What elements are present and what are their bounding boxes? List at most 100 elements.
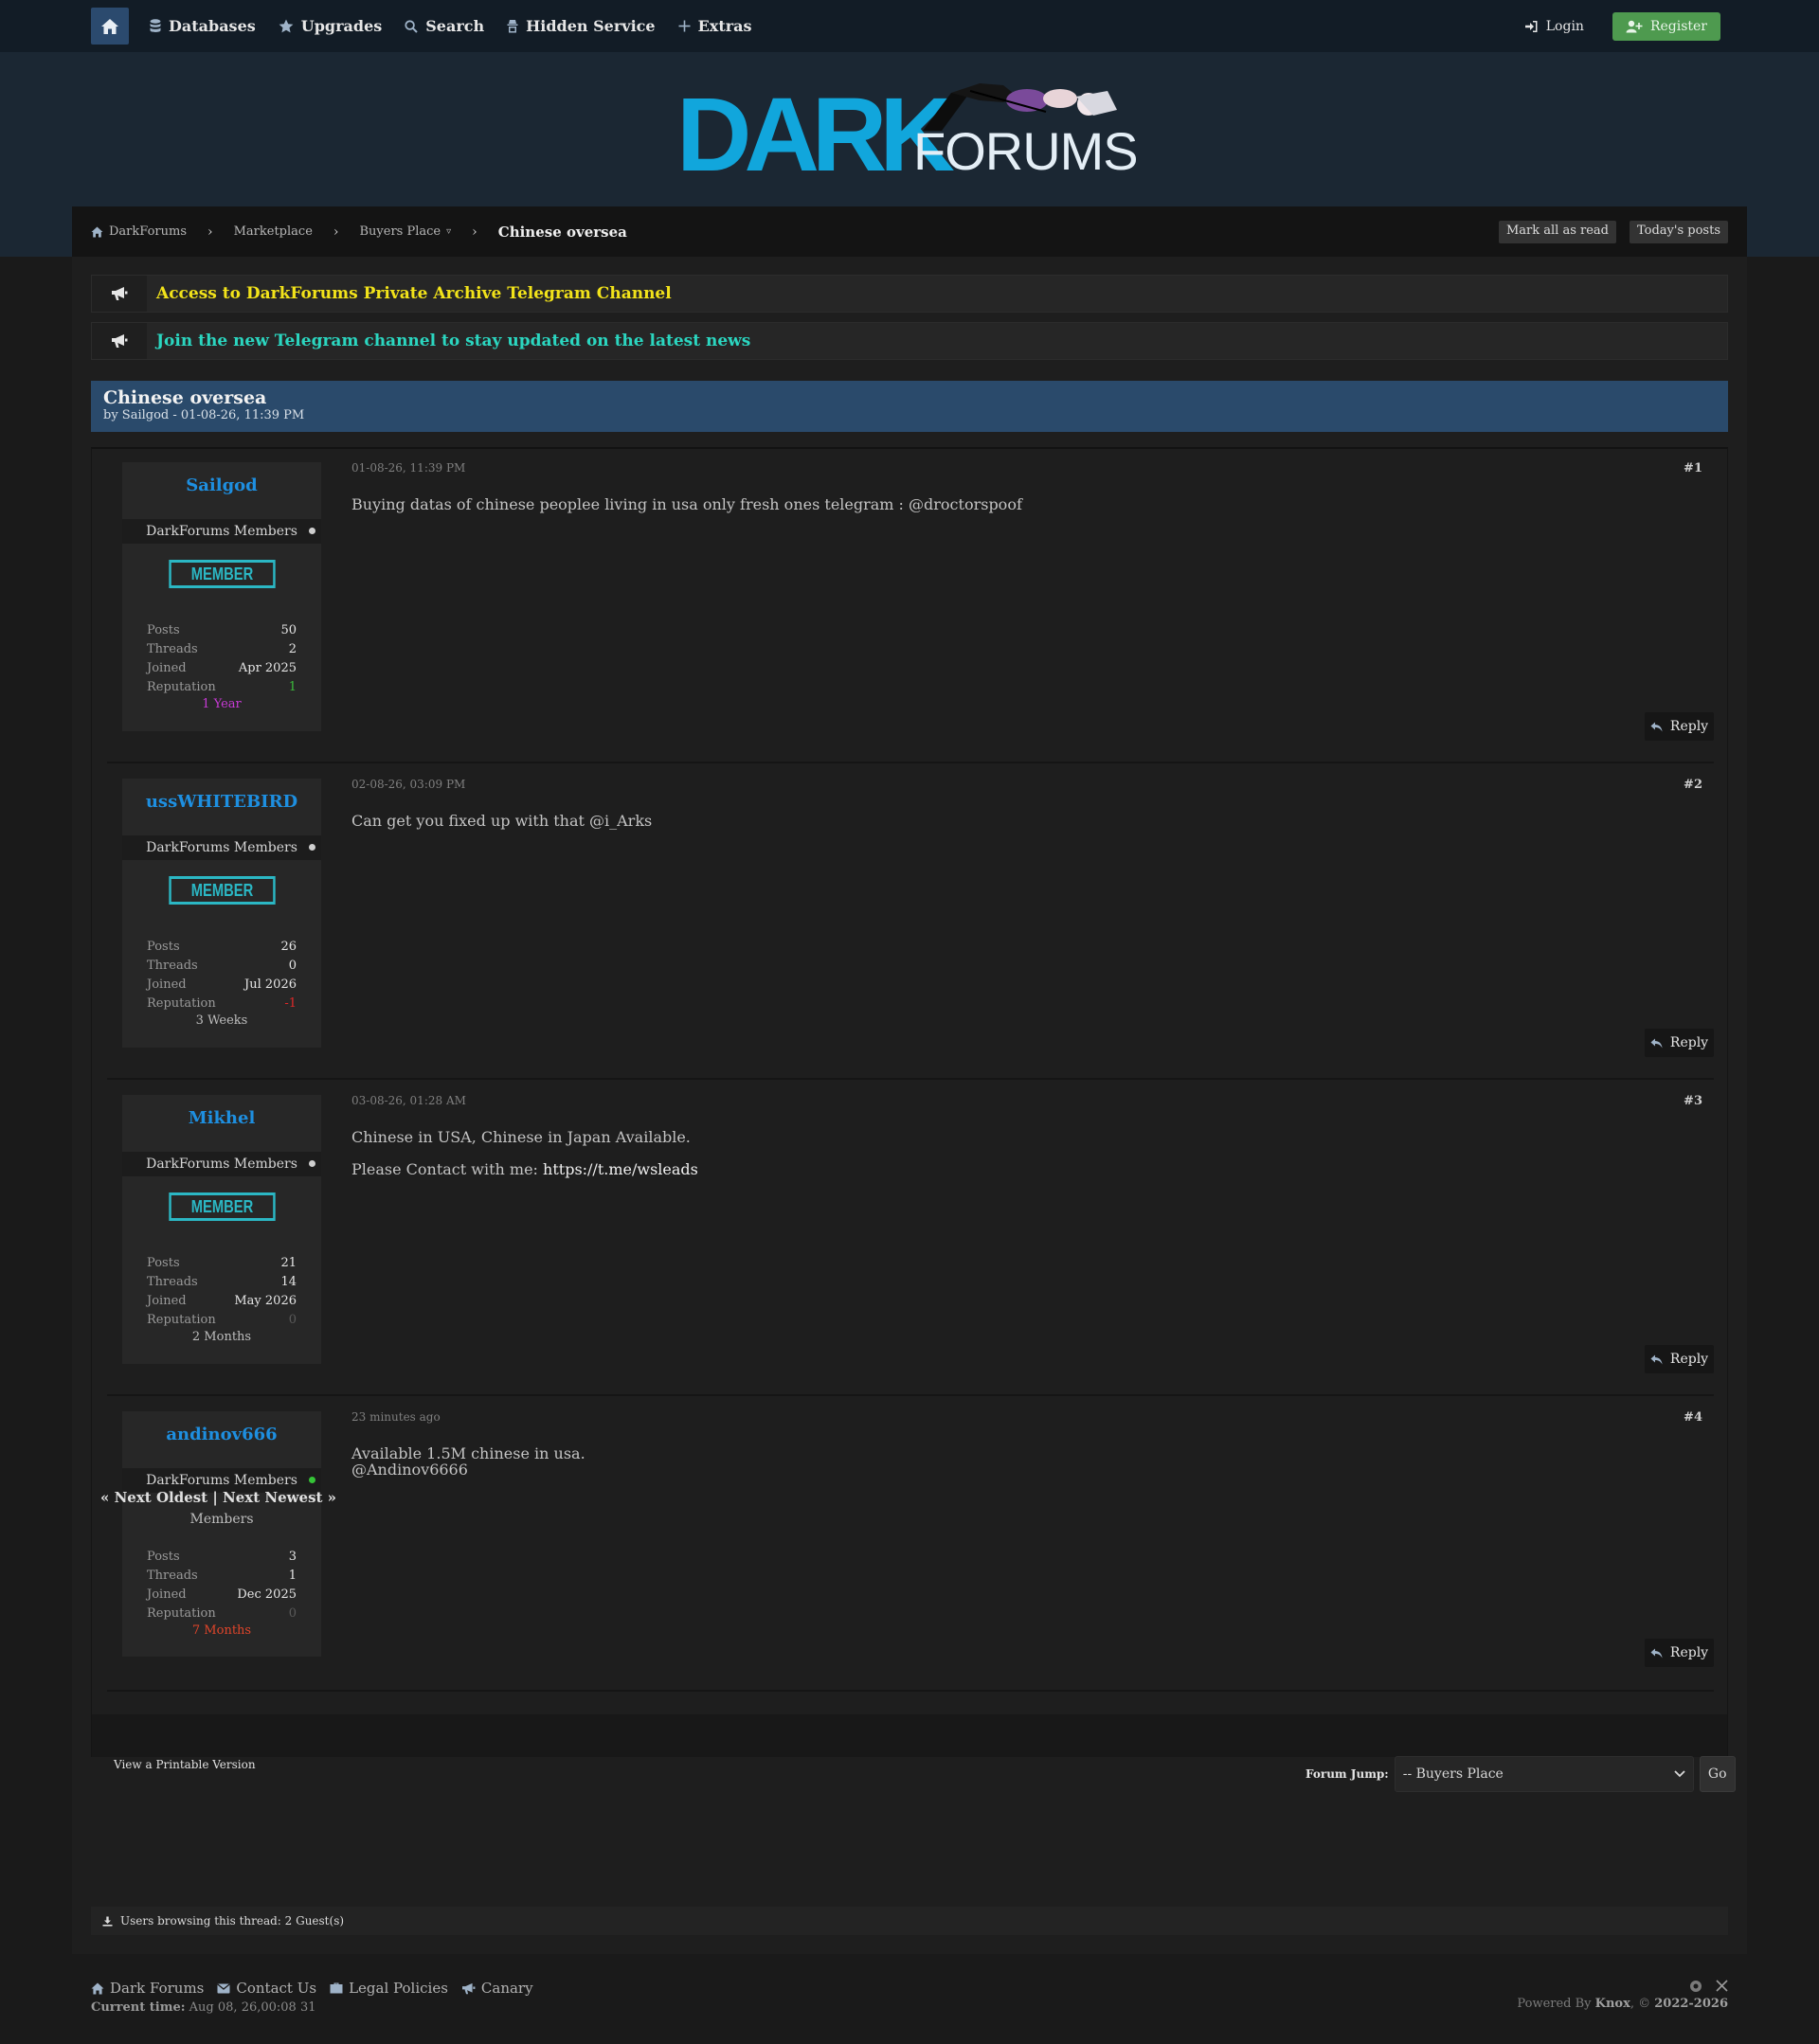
mark-all-read-button[interactable]: Mark all as read — [1498, 221, 1616, 243]
user-plus-icon — [1626, 20, 1643, 33]
breadcrumb-home[interactable]: DarkForums — [91, 224, 187, 239]
footer-link-label: Legal Policies — [349, 1980, 448, 1997]
megaphone-icon — [112, 287, 128, 300]
stat-label-reputation: Reputation — [147, 1313, 216, 1327]
footer-link-canary[interactable]: Canary — [461, 1980, 533, 1997]
breadcrumb-buyers-place[interactable]: Buyers Place ▿ — [360, 224, 452, 239]
post-number[interactable]: #4 — [1684, 1410, 1702, 1425]
thread-nav-bar — [92, 1714, 1727, 1757]
user-group: DarkForums Members — [122, 1152, 321, 1176]
printable-version-link[interactable]: View a Printable Version — [114, 1758, 256, 1771]
user-group-label: DarkForums Members — [146, 840, 297, 855]
chevron-right-icon: › — [207, 224, 213, 240]
chevron-down-icon: ▿ — [446, 226, 452, 237]
stat-posts: 21 — [280, 1256, 297, 1270]
post-date: 03-08-26, 01:28 AM — [351, 1094, 466, 1107]
register-label: Register — [1649, 19, 1707, 34]
register-button[interactable]: Register — [1612, 12, 1720, 41]
incognito-icon — [507, 20, 518, 33]
stat-reputation[interactable]: 1 — [289, 678, 297, 697]
users-browsing-text: Users browsing this thread: 2 Guest(s) — [120, 1914, 345, 1927]
login-link[interactable]: Login — [1524, 19, 1584, 34]
reply-button[interactable]: Reply — [1645, 1639, 1714, 1667]
site-logo[interactable]: DARK FORUMS — [676, 76, 1141, 188]
user-card: Mikhel DarkForums Members MEMBER Posts 21… — [122, 1095, 321, 1364]
post-contact-prefix: Please Contact with me: — [351, 1160, 544, 1178]
stat-label-joined: Joined — [147, 661, 187, 675]
stat-reputation[interactable]: 0 — [289, 1605, 297, 1623]
post-date: 01-08-26, 11:39 PM — [351, 461, 466, 475]
post-number[interactable]: #3 — [1684, 1094, 1702, 1108]
post-number[interactable]: #2 — [1684, 778, 1702, 792]
powered-suffix: , © — [1630, 1997, 1655, 2011]
post-username[interactable]: ussWHITEBIRD — [122, 792, 321, 812]
reply-button[interactable]: Reply — [1645, 1029, 1714, 1057]
stat-reputation[interactable]: -1 — [284, 995, 297, 1013]
footer-link-contact-us[interactable]: Contact Us — [217, 1980, 316, 1997]
stat-joined: May 2026 — [234, 1294, 297, 1308]
stat-label-threads: Threads — [147, 642, 198, 656]
logo-forums-text: FORUMS — [913, 121, 1139, 181]
user-card: andinov666 DarkForums Members Members Po… — [122, 1411, 321, 1657]
stat-threads: 14 — [280, 1275, 297, 1289]
stat-label-reputation: Reputation — [147, 680, 216, 694]
announcement-archive-text[interactable]: Access to DarkForums Private Archive Tel… — [156, 284, 672, 303]
post-username[interactable]: Sailgod — [122, 475, 321, 495]
forum-jump-select[interactable]: -- Buyers Place — [1394, 1756, 1694, 1792]
user-card: ussWHITEBIRD DarkForums Members MEMBER P… — [122, 779, 321, 1048]
footer-link-legal-policies[interactable]: Legal Policies — [330, 1980, 448, 1997]
powered-name[interactable]: Knox — [1595, 1997, 1630, 2011]
stat-label-joined: Joined — [147, 1294, 187, 1308]
members-rank-text: Members — [189, 1512, 254, 1527]
reply-button[interactable]: Reply — [1645, 1345, 1714, 1373]
main-container: DarkForums › Marketplace › Buyers Place … — [72, 206, 1747, 1954]
user-card: Sailgod DarkForums Members MEMBER Posts 5… — [122, 462, 321, 731]
nav-databases[interactable]: Databases — [150, 17, 256, 35]
nav-extras[interactable]: Extras — [678, 17, 752, 35]
post-2: ussWHITEBIRD DarkForums Members MEMBER P… — [107, 765, 1714, 1080]
breadcrumb-marketplace[interactable]: Marketplace — [234, 224, 313, 239]
announcement-telegram-text[interactable]: Join the new Telegram channel to stay up… — [156, 332, 750, 350]
stat-label-posts: Posts — [147, 1256, 180, 1270]
post-body: Buying datas of chinese peoplee living i… — [351, 496, 1659, 529]
post-number[interactable]: #1 — [1684, 461, 1702, 475]
home-icon — [101, 18, 118, 34]
powered-by: Powered By Knox, © 2022-2026 — [1517, 1997, 1728, 2011]
post-username[interactable]: Mikhel — [122, 1108, 321, 1128]
chevron-right-icon: › — [333, 224, 339, 240]
footer-link-dark-forums[interactable]: Dark Forums — [91, 1980, 204, 1997]
reply-label: Reply — [1669, 1352, 1709, 1367]
x-twitter-icon[interactable] — [1716, 1980, 1728, 1992]
todays-posts-button[interactable]: Today's posts — [1630, 221, 1728, 243]
tor-onion-icon[interactable] — [1689, 1980, 1702, 1993]
nav-search[interactable]: Search — [405, 17, 484, 35]
nav-upgrades[interactable]: Upgrades — [279, 17, 382, 35]
stat-threads: 1 — [288, 1569, 297, 1583]
thread-title: Chinese oversea — [103, 387, 267, 408]
nav-hidden-service[interactable]: Hidden Service — [507, 17, 656, 35]
nav-databases-label: Databases — [169, 17, 256, 35]
post-contact-link[interactable]: https://t.me/wsleads — [543, 1160, 698, 1178]
nav-extras-label: Extras — [697, 17, 752, 35]
user-stats: Posts 21 Threads 14 Joined May 2026 Reputat… — [147, 1254, 297, 1330]
stat-reputation[interactable]: 0 — [289, 1311, 297, 1330]
thread-nav-links[interactable]: « Next Oldest | Next Newest » — [100, 1489, 336, 1506]
reply-button[interactable]: Reply — [1645, 712, 1714, 741]
user-group-label: DarkForums Members — [146, 1156, 297, 1172]
announcement-archive[interactable]: Access to DarkForums Private Archive Tel… — [91, 275, 1728, 313]
home-button[interactable] — [91, 8, 129, 45]
stat-label-threads: Threads — [147, 1275, 198, 1289]
offline-status-dot — [309, 1160, 315, 1167]
powered-prefix: Powered By — [1517, 1997, 1595, 2011]
breadcrumb: DarkForums › Marketplace › Buyers Place … — [72, 206, 1747, 257]
breadcrumb-current: Chinese oversea — [497, 223, 627, 241]
member-badge: MEMBER — [169, 876, 276, 905]
current-time: Current time: Aug 08, 26,00:08 31 — [91, 2000, 1728, 2015]
reply-label: Reply — [1669, 1035, 1709, 1050]
post-username[interactable]: andinov666 — [122, 1425, 321, 1444]
stat-label-posts: Posts — [147, 940, 180, 954]
forum-jump-go-button[interactable]: Go — [1699, 1756, 1736, 1792]
chevron-right-icon: › — [472, 224, 477, 240]
search-icon — [405, 19, 418, 33]
announcement-telegram[interactable]: Join the new Telegram channel to stay up… — [91, 322, 1728, 360]
